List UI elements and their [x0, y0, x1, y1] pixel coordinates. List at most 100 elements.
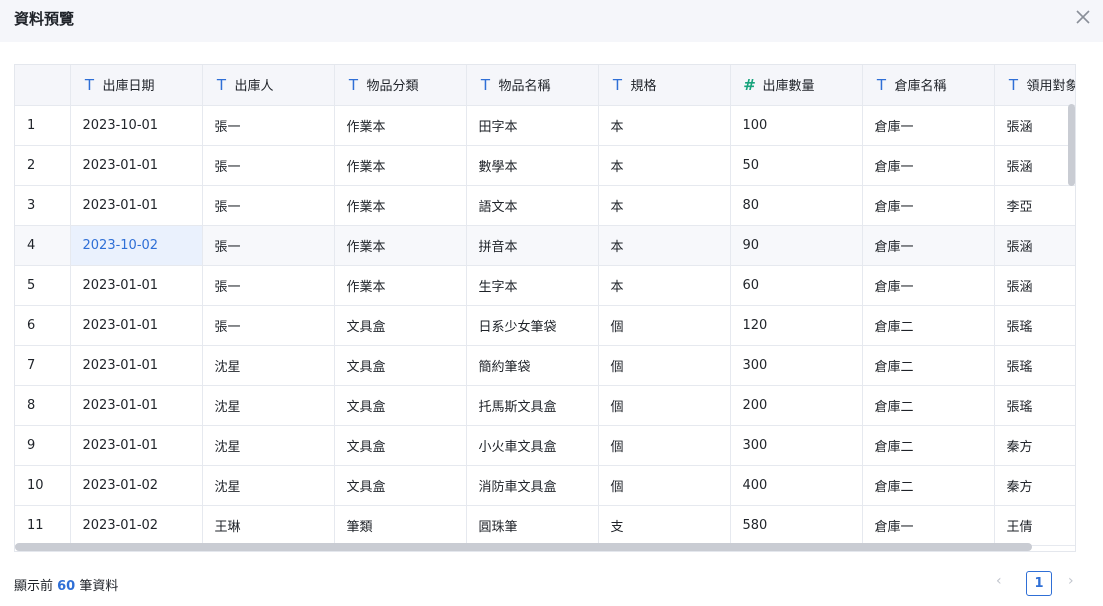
- table-cell[interactable]: 個: [598, 305, 731, 346]
- table-cell[interactable]: 數學本: [466, 145, 599, 186]
- table-cell[interactable]: 本: [598, 185, 731, 226]
- table-cell[interactable]: 托馬斯文具盒: [466, 385, 599, 426]
- table-cell[interactable]: 支: [598, 505, 731, 546]
- table-cell[interactable]: 文具盒: [334, 425, 467, 466]
- table-row[interactable]: 10 2023-01-02 沈星 文具盒 消防車文具盒個 400 倉庫二 秦方: [15, 465, 1075, 506]
- table-cell[interactable]: 個: [598, 465, 731, 506]
- table-cell[interactable]: 語文本: [466, 185, 599, 226]
- table-cell[interactable]: 張涵: [994, 105, 1075, 146]
- table-cell[interactable]: 2023-01-02: [70, 505, 203, 546]
- table-cell[interactable]: 倉庫一: [862, 505, 995, 546]
- table-row[interactable]: 1 2023-10-01 張一 作業本 田字本本 100 倉庫一 張涵: [15, 105, 1075, 146]
- table-cell[interactable]: 倉庫二: [862, 385, 995, 426]
- table-cell[interactable]: 2023-01-01: [70, 305, 203, 346]
- table-cell[interactable]: 個: [598, 385, 731, 426]
- table-cell[interactable]: 90: [730, 225, 863, 266]
- table-cell[interactable]: 消防車文具盒: [466, 465, 599, 506]
- table-cell[interactable]: 作業本: [334, 145, 467, 186]
- horizontal-scrollbar[interactable]: [15, 543, 1032, 551]
- column-header-2[interactable]: T 物品分類: [334, 65, 467, 106]
- vertical-scrollbar[interactable]: [1068, 104, 1075, 186]
- chevron-left-icon[interactable]: ‹: [996, 573, 1012, 593]
- table-cell[interactable]: 作業本: [334, 105, 467, 146]
- table-cell[interactable]: 拼音本: [466, 225, 599, 266]
- table-cell[interactable]: 倉庫二: [862, 345, 995, 386]
- table-cell[interactable]: 沈星: [202, 345, 335, 386]
- table-cell[interactable]: 張瑤: [994, 385, 1075, 426]
- table-cell[interactable]: 小火車文具盒: [466, 425, 599, 466]
- column-header-3[interactable]: T 物品名稱: [466, 65, 599, 106]
- table-cell[interactable]: 文具盒: [334, 385, 467, 426]
- column-header-7[interactable]: T 領用對象: [994, 65, 1075, 106]
- table-row[interactable]: 6 2023-01-01 張一 文具盒 日系少女筆袋個 120 倉庫二 張瑤: [15, 305, 1075, 346]
- table-cell[interactable]: 生字本: [466, 265, 599, 306]
- table-cell[interactable]: 50: [730, 145, 863, 186]
- column-header-4[interactable]: T 規格: [598, 65, 731, 106]
- table-cell[interactable]: 倉庫一: [862, 105, 995, 146]
- table-cell[interactable]: 本: [598, 265, 731, 306]
- table-cell[interactable]: 倉庫一: [862, 185, 995, 226]
- table-row[interactable]: 4 2023-10-02 張一 作業本 拼音本本 90 倉庫一 張涵: [15, 225, 1075, 266]
- table-cell[interactable]: 100: [730, 105, 863, 146]
- table-cell[interactable]: 倉庫二: [862, 465, 995, 506]
- table-cell[interactable]: 2023-01-01: [70, 185, 203, 226]
- table-cell[interactable]: 2023-01-02: [70, 465, 203, 506]
- table-cell[interactable]: 2023-10-02: [70, 225, 203, 266]
- table-cell[interactable]: 2023-10-01: [70, 105, 203, 146]
- table-cell[interactable]: 張一: [202, 305, 335, 346]
- table-cell[interactable]: 秦方: [994, 425, 1075, 466]
- table-cell[interactable]: 2023-01-01: [70, 385, 203, 426]
- table-cell[interactable]: 王倩: [994, 505, 1075, 546]
- table-cell[interactable]: 作業本: [334, 225, 467, 266]
- table-cell[interactable]: 文具盒: [334, 345, 467, 386]
- table-cell[interactable]: 張一: [202, 145, 335, 186]
- table-row[interactable]: 9 2023-01-01 沈星 文具盒 小火車文具盒個 300 倉庫二 秦方: [15, 425, 1075, 466]
- table-cell[interactable]: 簡約筆袋: [466, 345, 599, 386]
- chevron-right-icon[interactable]: ›: [1068, 573, 1084, 593]
- table-cell[interactable]: 秦方: [994, 465, 1075, 506]
- table-cell[interactable]: 張瑤: [994, 345, 1075, 386]
- table-cell[interactable]: 60: [730, 265, 863, 306]
- table-cell[interactable]: 張瑤: [994, 305, 1075, 346]
- table-cell[interactable]: 作業本: [334, 265, 467, 306]
- table-cell[interactable]: 2023-01-01: [70, 345, 203, 386]
- table-row[interactable]: 3 2023-01-01 張一 作業本 語文本本 80 倉庫一 李亞: [15, 185, 1075, 226]
- table-cell[interactable]: 文具盒: [334, 305, 467, 346]
- table-cell[interactable]: 張一: [202, 185, 335, 226]
- page-button-1[interactable]: 1: [1026, 571, 1052, 596]
- table-cell[interactable]: 張一: [202, 265, 335, 306]
- table-cell[interactable]: 日系少女筆袋: [466, 305, 599, 346]
- table-cell[interactable]: 倉庫二: [862, 425, 995, 466]
- table-cell[interactable]: 李亞: [994, 185, 1075, 226]
- table-cell[interactable]: 400: [730, 465, 863, 506]
- column-header-5[interactable]: # 出庫數量: [730, 65, 863, 106]
- table-cell[interactable]: 王琳: [202, 505, 335, 546]
- table-cell[interactable]: 倉庫一: [862, 145, 995, 186]
- table-row[interactable]: 2 2023-01-01 張一 作業本 數學本本 50 倉庫一 張涵: [15, 145, 1075, 186]
- table-cell[interactable]: 2023-01-01: [70, 425, 203, 466]
- table-cell[interactable]: 張一: [202, 225, 335, 266]
- table-cell[interactable]: 作業本: [334, 185, 467, 226]
- close-icon[interactable]: [1073, 7, 1093, 27]
- table-cell[interactable]: 倉庫二: [862, 305, 995, 346]
- column-header-0[interactable]: T 出庫日期: [70, 65, 203, 106]
- table-cell[interactable]: 張一: [202, 105, 335, 146]
- table-cell[interactable]: 120: [730, 305, 863, 346]
- table-cell[interactable]: 300: [730, 345, 863, 386]
- table-cell[interactable]: 個: [598, 345, 731, 386]
- table-cell[interactable]: 文具盒: [334, 465, 467, 506]
- column-header-6[interactable]: T 倉庫名稱: [862, 65, 995, 106]
- column-header-1[interactable]: T 出庫人: [202, 65, 335, 106]
- table-cell[interactable]: 沈星: [202, 465, 335, 506]
- table-row[interactable]: 7 2023-01-01 沈星 文具盒 簡約筆袋個 300 倉庫二 張瑤: [15, 345, 1075, 386]
- table-cell[interactable]: 2023-01-01: [70, 145, 203, 186]
- table-cell[interactable]: 張涵: [994, 265, 1075, 306]
- table-cell[interactable]: 本: [598, 225, 731, 266]
- table-cell[interactable]: 個: [598, 425, 731, 466]
- table-row[interactable]: 5 2023-01-01 張一 作業本 生字本本 60 倉庫一 張涵: [15, 265, 1075, 306]
- table-row[interactable]: 8 2023-01-01 沈星 文具盒 托馬斯文具盒個 200 倉庫二 張瑤: [15, 385, 1075, 426]
- table-cell[interactable]: 本: [598, 145, 731, 186]
- table-row[interactable]: 11 2023-01-02 王琳 筆類 圓珠筆支 580 倉庫一 王倩: [15, 505, 1075, 546]
- table-cell[interactable]: 沈星: [202, 425, 335, 466]
- table-cell[interactable]: 本: [598, 105, 731, 146]
